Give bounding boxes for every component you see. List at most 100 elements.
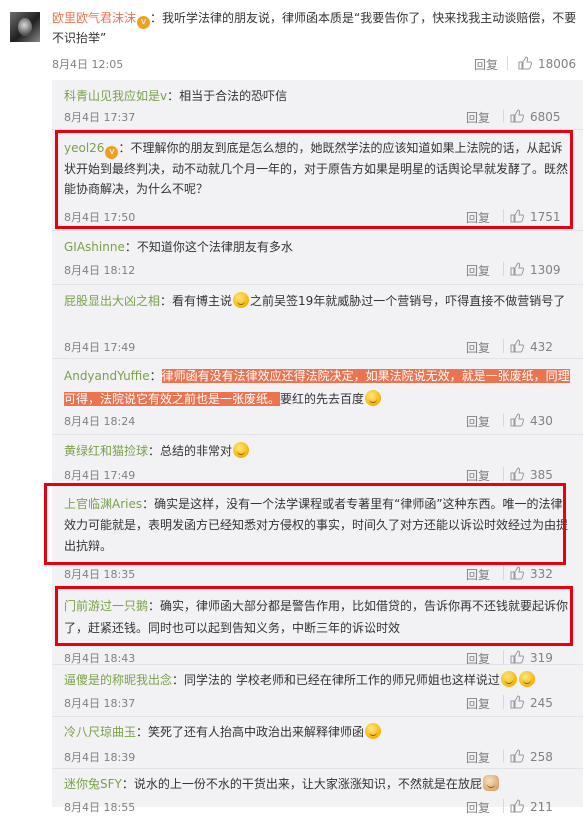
like-count: 1309 xyxy=(530,263,561,277)
like-button[interactable]: 1309 xyxy=(510,262,561,277)
divider xyxy=(503,695,504,709)
reply-item: AndyandYuffie：律师函有没有法律效应还得法院决定，如果法院说无效，就… xyxy=(64,369,570,430)
thumbs-up-icon xyxy=(510,799,524,813)
reply-text: ：相当于合法的恐吓信 xyxy=(167,89,288,103)
like-button[interactable]: 332 xyxy=(510,566,553,581)
like-button[interactable]: 6805 xyxy=(510,109,561,124)
divider xyxy=(52,434,583,435)
username-link[interactable]: 逼傻是的称昵我出念 xyxy=(64,673,172,687)
divider xyxy=(503,799,504,813)
reply-text: ：不知道你这个法律朋友有多水 xyxy=(124,240,293,254)
divider xyxy=(503,339,504,353)
username-link[interactable]: 屁股显出大凶之相 xyxy=(64,294,160,308)
reply-button[interactable]: 回复 xyxy=(466,566,490,583)
divider xyxy=(52,284,583,285)
like-count: 432 xyxy=(530,340,553,354)
username-link[interactable]: 科青山见我应如是v xyxy=(64,89,167,103)
divider xyxy=(507,56,508,70)
like-count: 319 xyxy=(530,651,553,665)
reply-text: 之前吴签19年就威胁过一个营销号，吓得直接不做营销号了 xyxy=(250,294,566,308)
vip-badge-icon: v xyxy=(137,16,151,29)
divider xyxy=(503,413,504,427)
divider xyxy=(503,467,504,481)
cat-emoji-icon xyxy=(482,775,499,791)
like-button[interactable]: 18006 xyxy=(518,56,576,71)
timestamp: 8月4日 18:12 xyxy=(64,264,136,277)
laugh-emoji-icon xyxy=(233,442,250,458)
like-count: 211 xyxy=(530,800,553,814)
thumbs-up-icon xyxy=(510,413,524,427)
divider xyxy=(52,664,583,665)
username-link[interactable]: 欧里欧气君沫沫 xyxy=(52,11,136,25)
sweat-emoji-icon xyxy=(500,671,517,687)
like-button[interactable]: 432 xyxy=(510,339,553,354)
divider xyxy=(52,716,583,717)
reply-button[interactable]: 回复 xyxy=(466,467,490,484)
reply-button[interactable]: 回复 xyxy=(466,413,490,430)
like-button[interactable]: 245 xyxy=(510,695,553,710)
reply-button[interactable]: 回复 xyxy=(466,695,490,712)
timestamp: 8月4日 18:55 xyxy=(64,801,136,814)
like-count: 18006 xyxy=(538,57,577,71)
smile-emoji-icon xyxy=(365,390,382,406)
divider xyxy=(503,262,504,276)
reply-item: 黄绿红和猫捡球：总结的非常对 8月4日 17:49 回复 385 xyxy=(52,436,583,484)
username-link[interactable]: 黄绿红和猫捡球 xyxy=(64,444,148,458)
username-link[interactable]: 迷你兔SFY xyxy=(64,777,122,791)
highlight-box xyxy=(55,130,573,229)
reply-item: 屁股显出大凶之相：看有博主说 之前吴签19年就威胁过一个营销号，吓得直接不做营销号… xyxy=(52,286,583,356)
reply-item: 科青山见我应如是v：相当于合法的恐吓信 8月4日 17:37 回复 6805 xyxy=(52,80,583,125)
timestamp: 8月4日 17:49 xyxy=(64,469,136,482)
like-count: 258 xyxy=(530,750,553,764)
reply-item: 冷八尺琼曲玉：笑死了还有人抬高中政治出来解释律师函 8月4日 18:39 回复 … xyxy=(52,720,583,766)
like-count: 430 xyxy=(530,414,553,428)
like-count: 245 xyxy=(530,696,553,710)
divider xyxy=(503,566,504,580)
comment-text: 欧里欧气君沫沫 v ：我听学法律的朋友说，律师函本质是“我要告你了，快来找我主动谈赔… xyxy=(52,9,577,47)
like-count: 385 xyxy=(530,468,553,482)
username-link[interactable]: GIAshinne xyxy=(64,240,125,254)
thumbs-up-icon xyxy=(510,566,524,580)
like-count: 332 xyxy=(530,567,553,581)
sweat-emoji-icon xyxy=(518,671,535,687)
reply-text: ：总结的非常对 xyxy=(148,444,233,458)
reply-text: ：说水的上一份不水的干货出来，让大家涨涨知识，不然就是在放屁 xyxy=(121,777,482,791)
timestamp: 8月4日 17:49 xyxy=(64,341,136,354)
thumbs-up-icon xyxy=(510,467,524,481)
username-link[interactable]: AndyandYuffie xyxy=(64,369,150,383)
avatar[interactable] xyxy=(10,12,40,42)
comment-meta: 8月4日 12:05 回复 18006 xyxy=(0,56,587,72)
thumbs-up-icon xyxy=(510,109,524,123)
highlight-box xyxy=(55,586,573,646)
like-count: 6805 xyxy=(530,110,561,124)
like-button[interactable]: 319 xyxy=(510,650,553,665)
thumbs-up-icon xyxy=(510,650,524,664)
thumbs-up-icon xyxy=(510,262,524,276)
comment-thread: 欧里欧气君沫沫 v ：我听学法律的朋友说，律师函本质是“我要告你了，快来找我主动谈赔… xyxy=(0,0,587,815)
divider xyxy=(52,358,583,359)
like-button[interactable]: 385 xyxy=(510,467,553,482)
divider xyxy=(52,768,583,769)
reply-button[interactable]: 回复 xyxy=(466,799,490,816)
reply-button[interactable]: 回复 xyxy=(466,339,490,356)
like-button[interactable]: 258 xyxy=(510,749,553,764)
reply-text: ：看有博主说 xyxy=(160,294,233,308)
username-link[interactable]: 冷八尺琼曲玉 xyxy=(64,725,136,739)
highlight-box xyxy=(44,483,566,565)
thumbs-up-icon xyxy=(510,749,524,763)
divider xyxy=(503,650,504,664)
divider xyxy=(503,109,504,123)
timestamp: 8月4日 18:24 xyxy=(64,415,136,428)
main-comment: 欧里欧气君沫沫 v ：我听学法律的朋友说，律师函本质是“我要告你了，快来找我主动谈赔… xyxy=(0,0,587,80)
timestamp: 8月4日 18:35 xyxy=(64,568,136,581)
thumbs-up-icon xyxy=(510,339,524,353)
thumbs-up-icon xyxy=(510,695,524,709)
reply-item: 迷你兔SFY：说水的上一份不水的干货出来，让大家涨涨知识，不然就是在放屁 8月4… xyxy=(52,772,583,816)
reply-button[interactable]: 回复 xyxy=(466,749,490,766)
like-button[interactable]: 430 xyxy=(510,413,553,428)
reply-button[interactable]: 回复 xyxy=(466,109,490,126)
reply-text: ：笑死了还有人抬高中政治出来解释律师函 xyxy=(136,725,365,739)
reply-button[interactable]: 回复 xyxy=(474,56,498,73)
laugh-emoji-icon xyxy=(233,292,250,308)
reply-button[interactable]: 回复 xyxy=(466,262,490,279)
